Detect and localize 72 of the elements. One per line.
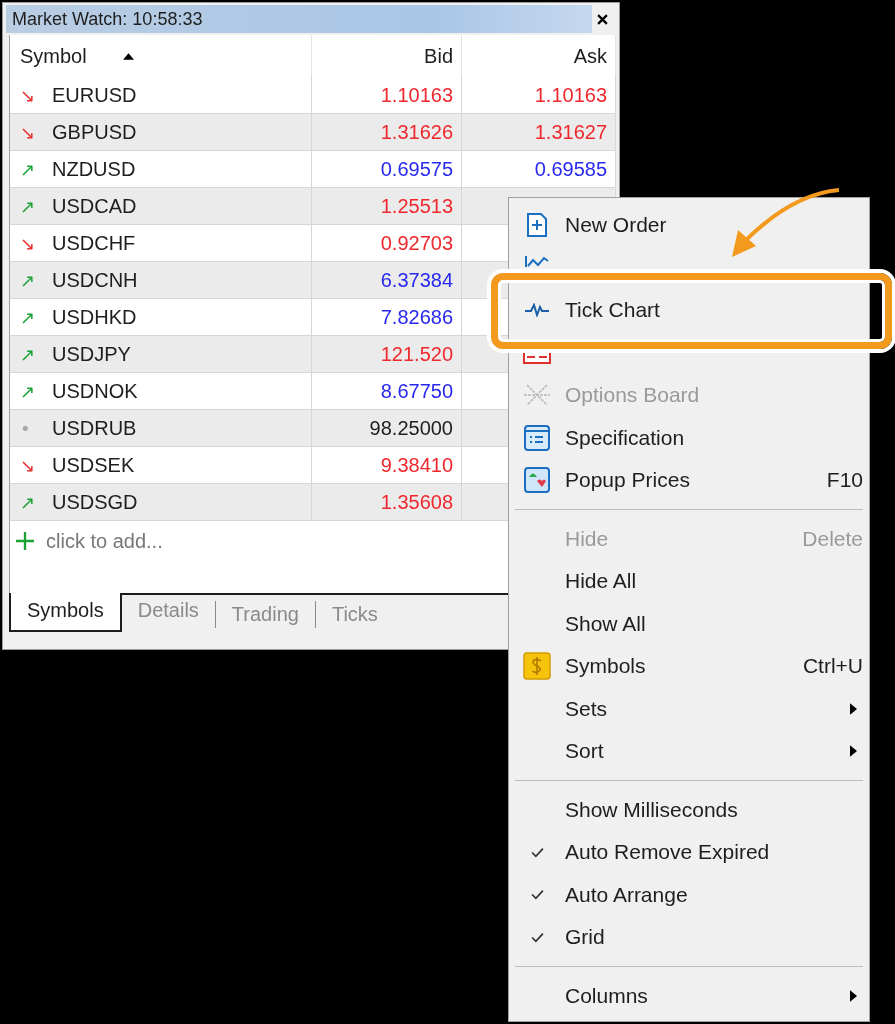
table-cell: 8.67750 [312, 373, 462, 409]
column-header[interactable]: Symbol [10, 35, 312, 77]
symbol-name: USDNOK [52, 379, 138, 403]
symbol-name: USDHKD [52, 305, 137, 329]
table-cell: 1.10163 [534, 83, 607, 107]
trend-arrow: ↘ [20, 232, 36, 254]
symbol-name: USDSEK [52, 453, 135, 477]
symbol-name: USDCHF [52, 231, 136, 255]
menu-item[interactable]: Tick Chart [509, 289, 869, 332]
menu-item[interactable]: Show All [509, 602, 869, 645]
symbol-name: USDRUB [52, 416, 137, 440]
menu-item[interactable]: Auto Remove Expired [509, 831, 869, 874]
symbol-name: USDCAD [52, 194, 137, 218]
trend-arrow: ↘ [20, 121, 36, 143]
table-cell: 1.10163 [312, 77, 462, 113]
table-cell: 1.35608 [312, 484, 462, 520]
menu-item[interactable]: New Order [509, 204, 869, 247]
menu-item[interactable]: Sets [509, 687, 869, 730]
table-cell: 1.31626 [312, 114, 462, 150]
trend-arrow: ↘ [20, 84, 36, 106]
trend-arrow: ↗ [20, 158, 36, 180]
close-icon[interactable] [597, 13, 608, 25]
add-symbol-field[interactable]: click to add... [10, 521, 310, 561]
table-cell: 0.69585 [534, 157, 607, 181]
menu-item[interactable]: Sort [509, 730, 869, 773]
zigzag-line-icon [524, 303, 550, 318]
menu-item[interactable]: Hide All [509, 560, 869, 603]
window-title: Market Watch: 10:58:33 [11, 8, 203, 30]
crossed-lines-icon [523, 383, 551, 408]
tab[interactable]: Symbols [9, 593, 122, 632]
menu-item[interactable]: Popup Prices F10 [509, 459, 869, 502]
table-cell: 9.38410 [312, 447, 462, 483]
table-cell: 98.25000 [312, 410, 462, 446]
line-chart-icon [524, 254, 550, 267]
symbol-name: EURUSD [52, 83, 137, 107]
trend-arrow: ↘ [20, 454, 36, 476]
menu-item[interactable]: Specification [509, 416, 869, 459]
table-cell: 1.25513 [312, 188, 462, 224]
symbol-name: USDSGD [52, 490, 138, 514]
column-header[interactable]: Bid [312, 35, 462, 77]
dollar-icon [523, 652, 551, 681]
table-cell: 121.520 [312, 336, 462, 372]
list-window-icon [524, 424, 550, 451]
table-cell: 7.82686 [312, 299, 462, 335]
symbol-name: USDCNH [52, 268, 138, 292]
trend-arrow: • [20, 417, 32, 439]
trend-arrow: ↗ [20, 491, 36, 513]
table-cell: 6.37384 [312, 262, 462, 298]
bars-icon [523, 353, 551, 365]
trend-arrow: ↗ [20, 380, 36, 402]
symbol-name: USDJPY [52, 342, 131, 366]
document-plus-icon [526, 212, 548, 239]
popup-window-icon [524, 467, 550, 494]
trend-arrow: ↗ [20, 343, 36, 365]
table-cell: 0.92703 [312, 225, 462, 261]
shortcut-label: Ctrl+U [802, 654, 863, 679]
trend-arrow: ↗ [20, 306, 36, 328]
menu-item[interactable]: Symbols Ctrl+U [509, 645, 869, 688]
symbol-name: GBPUSD [52, 120, 137, 144]
shortcut-label: Delete [802, 526, 863, 551]
shortcut-label: F10 [826, 468, 863, 493]
table-cell: 0.69575 [312, 151, 462, 187]
column-header[interactable]: Ask [462, 35, 616, 77]
table-cell: 1.31627 [534, 120, 607, 144]
menu-item[interactable]: Auto Arrange [509, 873, 869, 916]
trend-arrow: ↗ [20, 269, 36, 291]
plus-icon [16, 532, 34, 550]
menu-item[interactable]: Show Milliseconds [509, 788, 869, 831]
menu-item[interactable]: Grid [509, 916, 869, 959]
symbol-name: NZDUSD [52, 157, 136, 181]
menu-item[interactable]: Columns [509, 974, 869, 1017]
trend-arrow: ↗ [20, 195, 36, 217]
